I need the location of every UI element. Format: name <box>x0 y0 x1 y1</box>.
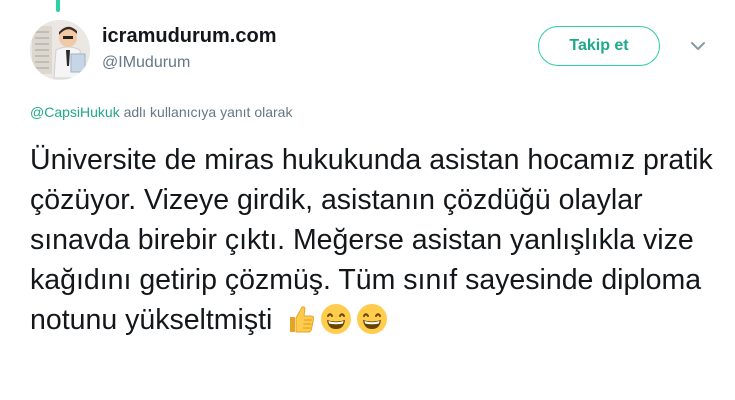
grinning-face-icon <box>320 303 352 335</box>
top-accent-bar <box>56 0 60 12</box>
avatar-illustration-icon <box>30 20 90 80</box>
chevron-down-icon[interactable] <box>686 34 710 58</box>
user-handle[interactable]: @IMudurum <box>102 52 276 74</box>
follow-button[interactable]: Takip et <box>538 26 660 66</box>
avatar[interactable] <box>30 20 90 80</box>
tweet-body: Üniversite de miras hukukunda asistan ho… <box>30 140 720 340</box>
display-name[interactable]: icramudurum.com <box>102 24 276 48</box>
reply-mention-link[interactable]: @CapsiHukuk <box>30 104 120 120</box>
tweet-header: icramudurum.com @IMudurum Takip et <box>30 18 710 88</box>
reply-context: @CapsiHukuk adlı kullanıcıya yanıt olara… <box>30 104 292 120</box>
thumbs-up-icon <box>284 303 316 335</box>
reply-context-text: adlı kullanıcıya yanıt olarak <box>119 104 293 120</box>
grinning-face-icon <box>356 303 388 335</box>
user-info: icramudurum.com @IMudurum <box>102 24 276 74</box>
